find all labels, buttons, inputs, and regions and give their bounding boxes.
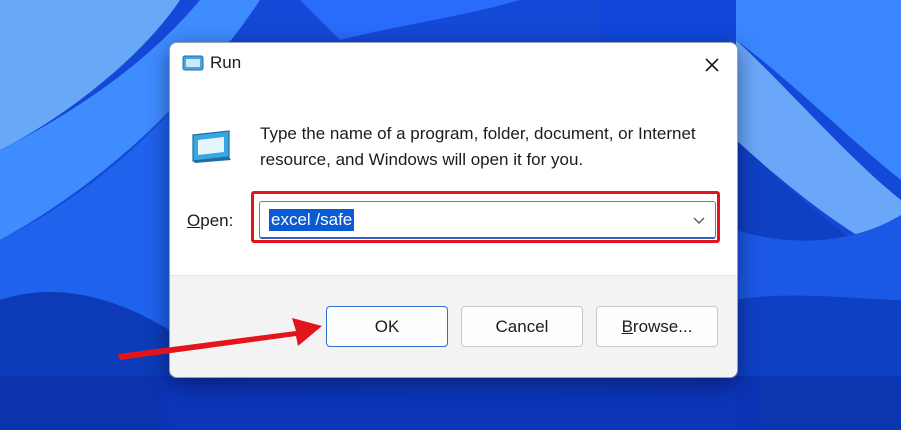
close-button[interactable] [695,49,729,81]
open-input-value[interactable]: excel /safe [269,209,355,231]
title-bar[interactable]: Run [170,43,737,87]
browse-button[interactable]: Browse... [596,306,718,347]
open-combobox[interactable]: excel /safe [259,201,716,239]
open-label: Open: [187,211,234,230]
ok-button[interactable]: OK [326,306,448,347]
run-program-icon [192,130,231,163]
run-icon [182,55,204,71]
dialog-description: Type the name of a program, folder, docu… [260,124,696,169]
chevron-down-icon[interactable] [691,212,707,228]
dialog-title: Run [210,53,242,72]
close-icon [705,58,719,72]
cancel-button[interactable]: Cancel [461,306,583,347]
run-dialog: Run Type the name of a program, folder, … [169,42,738,378]
dialog-footer: OK Cancel Browse... [170,275,737,377]
